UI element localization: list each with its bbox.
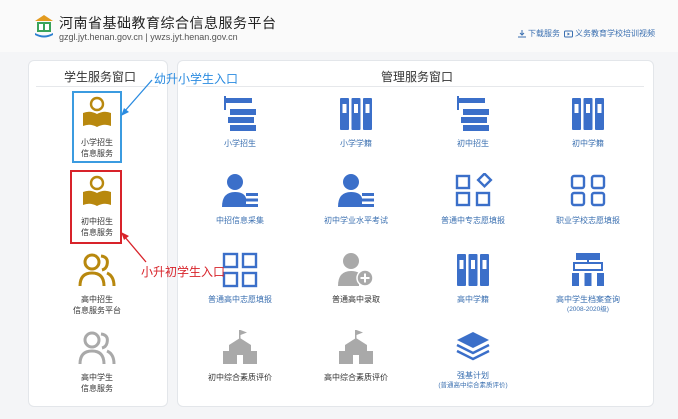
annotation-arrow <box>123 235 147 263</box>
annotation-arrows <box>121 79 153 263</box>
middle-entry-annotation: 小升初学生入口 <box>141 265 226 279</box>
primary-entry-annotation: 幼升小学生入口 <box>154 72 239 86</box>
annotation-arrow <box>123 79 153 113</box>
annotation-arrowhead <box>121 108 129 116</box>
annotation-arrowhead <box>121 232 129 240</box>
